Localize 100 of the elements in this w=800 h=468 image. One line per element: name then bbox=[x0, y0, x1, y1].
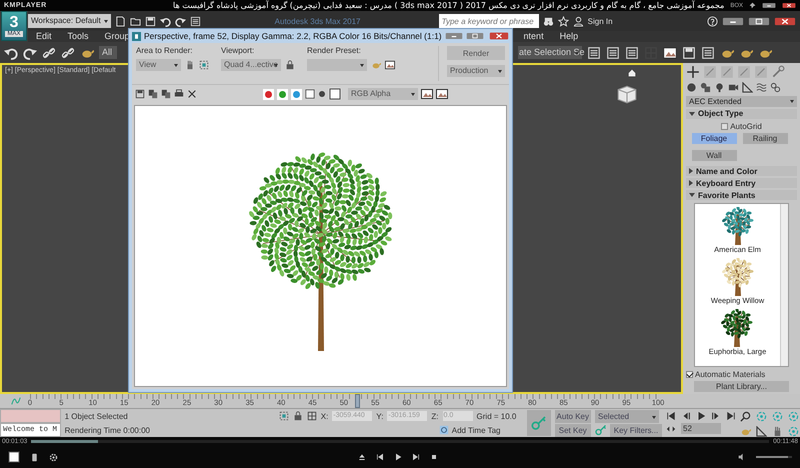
menu-item[interactable]: ntent bbox=[524, 31, 544, 42]
menu-item[interactable]: Tools bbox=[68, 31, 89, 42]
play-icon[interactable] bbox=[696, 411, 706, 421]
plus-icon[interactable] bbox=[686, 65, 700, 79]
dropdown[interactable]: Quad 4...ective bbox=[221, 59, 281, 71]
minimize-icon[interactable] bbox=[722, 16, 744, 26]
scrollbar[interactable] bbox=[780, 204, 788, 366]
channel-toggle-button[interactable] bbox=[263, 88, 274, 100]
print-icon[interactable] bbox=[174, 89, 184, 99]
menu-item[interactable]: Edit bbox=[36, 31, 52, 42]
add-time-tag-label[interactable]: Add Time Tag bbox=[452, 426, 501, 434]
maximize-icon[interactable] bbox=[748, 16, 770, 26]
object-type-button[interactable]: Foliage bbox=[692, 132, 736, 144]
arrows-icon[interactable] bbox=[666, 424, 676, 434]
workspace-dropdown[interactable]: Workspace: Default bbox=[28, 14, 111, 28]
lock-icon[interactable] bbox=[292, 411, 303, 421]
hand-icon[interactable] bbox=[185, 60, 195, 70]
list-icon[interactable] bbox=[587, 46, 601, 60]
category-dropdown[interactable]: AEC Extended bbox=[686, 96, 797, 107]
viewcube-icon[interactable] bbox=[616, 83, 638, 105]
ruler-icon[interactable] bbox=[742, 82, 753, 93]
link-icon[interactable] bbox=[61, 46, 75, 60]
sphere-icon[interactable] bbox=[686, 82, 697, 93]
redo-icon[interactable] bbox=[174, 16, 186, 26]
last-frame-icon[interactable] bbox=[726, 411, 736, 421]
close-icon[interactable] bbox=[782, 2, 796, 9]
zoom-icon[interactable] bbox=[740, 411, 751, 422]
channel-toggle-button[interactable] bbox=[291, 88, 302, 100]
render-mode-dropdown[interactable]: Production bbox=[447, 65, 505, 77]
checkbox[interactable] bbox=[721, 122, 728, 130]
image-icon[interactable] bbox=[663, 46, 677, 60]
list-icon[interactable] bbox=[190, 16, 201, 26]
copy-icon[interactable] bbox=[148, 89, 158, 99]
object-type-button[interactable]: Wall bbox=[692, 150, 736, 161]
light-bulb-icon[interactable] bbox=[714, 82, 725, 93]
image-icon[interactable] bbox=[436, 88, 448, 100]
list-icon[interactable] bbox=[701, 46, 715, 60]
folder-icon[interactable] bbox=[130, 16, 141, 26]
save-icon[interactable] bbox=[135, 89, 145, 99]
search-field[interactable]: Type a keyword or phrase bbox=[438, 14, 539, 28]
square-icon[interactable] bbox=[329, 88, 341, 100]
star-icon[interactable] bbox=[558, 16, 569, 26]
time-slider-thumb[interactable] bbox=[354, 394, 360, 408]
stop-icon[interactable] bbox=[430, 453, 438, 461]
prev-frame-icon[interactable] bbox=[681, 411, 691, 421]
square-icon[interactable] bbox=[8, 451, 20, 463]
link-icon[interactable] bbox=[42, 46, 56, 60]
image-icon[interactable] bbox=[421, 88, 433, 100]
sign-in-link[interactable]: Sign In bbox=[588, 16, 613, 26]
selection-set-dropdown[interactable]: ate Selection Se bbox=[518, 46, 582, 59]
ruler-icon[interactable] bbox=[756, 426, 767, 436]
hand-icon[interactable] bbox=[772, 426, 783, 436]
redo-icon[interactable] bbox=[23, 46, 37, 60]
wrench-icon[interactable] bbox=[771, 65, 785, 79]
help-icon[interactable] bbox=[707, 16, 718, 26]
document-icon[interactable] bbox=[114, 16, 126, 26]
rollout-header[interactable]: Favorite Plants bbox=[686, 190, 797, 200]
play-icon[interactable] bbox=[394, 453, 402, 461]
key-filters-button[interactable]: Key Filters... bbox=[610, 424, 662, 437]
lock-icon[interactable] bbox=[285, 60, 295, 70]
rollout-header[interactable]: Keyboard Entry bbox=[686, 178, 797, 188]
rollout-header[interactable]: Name and Color bbox=[686, 166, 797, 176]
wave-icon[interactable] bbox=[756, 82, 767, 93]
undo-icon[interactable] bbox=[160, 16, 171, 26]
chain-icon[interactable] bbox=[770, 82, 781, 93]
next-icon[interactable] bbox=[412, 453, 420, 461]
undo-icon[interactable] bbox=[4, 46, 18, 60]
auto-key-button[interactable]: Auto Key bbox=[554, 410, 591, 423]
first-frame-icon[interactable] bbox=[666, 411, 676, 421]
shapes-icon[interactable] bbox=[700, 82, 711, 93]
grid-icon[interactable] bbox=[306, 411, 317, 421]
selection-filter-dropdown[interactable]: All bbox=[99, 46, 117, 59]
user-icon[interactable] bbox=[572, 16, 584, 26]
list-icon[interactable] bbox=[606, 46, 620, 60]
rollout-header[interactable]: Object Type bbox=[686, 108, 797, 119]
x-icon[interactable] bbox=[187, 89, 197, 99]
channel-toggle-button[interactable] bbox=[277, 88, 288, 100]
pin-icon[interactable] bbox=[749, 2, 756, 9]
close-icon[interactable] bbox=[774, 16, 796, 26]
minimize-icon[interactable] bbox=[762, 2, 776, 9]
image-icon[interactable] bbox=[385, 60, 395, 70]
phone-icon[interactable] bbox=[30, 452, 39, 462]
render-window[interactable]: Perspective, frame 52, Display Gamma: 2.2, RGBA Color 16 Bits/Channel (1:1) Area to Render: View Viewport: Quad 4...ective Render Preset: Render Production RGB Alpha bbox=[128, 28, 513, 393]
set-key-button[interactable]: Set Key bbox=[554, 424, 591, 437]
sphere-icon[interactable] bbox=[318, 90, 326, 98]
object-type-button[interactable]: Railing bbox=[742, 132, 788, 144]
selection-icon[interactable] bbox=[278, 411, 289, 421]
channel-display-dropdown[interactable]: RGB Alpha bbox=[348, 88, 418, 100]
prev-icon[interactable] bbox=[376, 453, 384, 461]
copy-icon[interactable] bbox=[161, 89, 171, 99]
checkbox[interactable] bbox=[686, 371, 693, 378]
eject-icon[interactable] bbox=[358, 453, 366, 461]
binoculars-icon[interactable] bbox=[542, 16, 554, 26]
current-frame-field[interactable]: 52 bbox=[681, 423, 721, 434]
tag-icon[interactable] bbox=[438, 425, 449, 435]
dropdown[interactable]: View bbox=[136, 59, 181, 71]
home-icon[interactable] bbox=[628, 69, 636, 77]
script-output-field[interactable] bbox=[0, 409, 61, 423]
next-frame-icon[interactable] bbox=[711, 411, 721, 421]
key-mode-dropdown[interactable]: Selected bbox=[595, 410, 659, 423]
